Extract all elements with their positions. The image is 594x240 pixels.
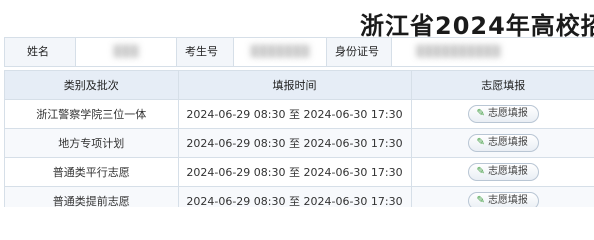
id-value-text: ▒▒▒▒▒▒▒▒▒▒ <box>416 45 501 58</box>
category-cell: 普通类平行志愿 <box>5 157 179 187</box>
fill-button-label: 志愿填报 <box>487 195 528 206</box>
name-label: 姓名 <box>27 45 49 58</box>
category-cell: 普通类提前志愿 <box>5 186 179 207</box>
id-label: 身份证号 <box>335 45 379 58</box>
time-cell: 2024-06-29 08:30 至 2024-06-30 17:30 <box>178 99 412 129</box>
schedule-table-container: 类别及批次 填报时间 志愿填报 浙江警察学院三位一体 2024-06-29 08… <box>4 70 594 207</box>
end-time: 2024-06-30 17:30 <box>303 195 403 207</box>
category-cell: 地方专项计划 <box>5 128 179 158</box>
pencil-icon: ✎ <box>476 137 485 148</box>
action-cell: ✎ 志愿填报 <box>411 128 594 158</box>
table-row: 普通类平行志愿 2024-06-29 08:30 至 2024-06-30 17… <box>5 157 594 187</box>
end-time: 2024-06-30 17:30 <box>303 108 403 121</box>
exam-no-value: ▒▒▒▒▒▒▒ <box>233 38 327 66</box>
action-cell: ✎ 志愿填报 <box>411 186 594 207</box>
fill-application-button[interactable]: ✎ 志愿填报 <box>467 192 539 207</box>
time-cell: 2024-06-29 08:30 至 2024-06-30 17:30 <box>178 186 412 207</box>
name-value-text: ▒▒▒ <box>113 45 139 58</box>
table-header-row: 类别及批次 填报时间 志愿填报 <box>5 71 594 100</box>
student-info-bar: 姓名 ▒▒▒ 考生号 ▒▒▒▒▒▒▒ 身份证号 ▒▒▒▒▒▒▒▒▒▒ <box>4 37 594 67</box>
fill-button-label: 志愿填报 <box>487 137 528 148</box>
time-separator: 至 <box>289 166 300 179</box>
time-separator: 至 <box>289 137 300 150</box>
end-time: 2024-06-30 17:30 <box>303 166 403 179</box>
exam-no-label: 考生号 <box>185 45 218 58</box>
fill-application-button[interactable]: ✎ 志愿填报 <box>467 134 539 152</box>
column-header-time: 填报时间 <box>178 71 412 100</box>
table-row: 普通类提前志愿 2024-06-29 08:30 至 2024-06-30 17… <box>5 186 594 207</box>
application-page: 浙江省2024年高校招生志 姓名 ▒▒▒ 考生号 ▒▒▒▒▒▒▒ 身份证号 ▒▒… <box>0 0 594 207</box>
start-time: 2024-06-29 08:30 <box>186 108 286 121</box>
column-header-action: 志愿填报 <box>411 71 594 100</box>
start-time: 2024-06-29 08:30 <box>186 166 286 179</box>
category-cell: 浙江警察学院三位一体 <box>5 99 179 129</box>
schedule-table: 类别及批次 填报时间 志愿填报 浙江警察学院三位一体 2024-06-29 08… <box>5 71 594 207</box>
time-separator: 至 <box>289 195 300 207</box>
start-time: 2024-06-29 08:30 <box>186 137 286 150</box>
table-row: 浙江警察学院三位一体 2024-06-29 08:30 至 2024-06-30… <box>5 99 594 129</box>
action-cell: ✎ 志愿填报 <box>411 157 594 187</box>
fill-button-label: 志愿填报 <box>487 108 528 119</box>
pencil-icon: ✎ <box>476 195 485 206</box>
column-header-category: 类别及批次 <box>5 71 179 100</box>
page-title: 浙江省2024年高校招生志 <box>360 12 594 40</box>
table-row: 地方专项计划 2024-06-29 08:30 至 2024-06-30 17:… <box>5 128 594 158</box>
pencil-icon: ✎ <box>476 108 485 119</box>
name-value: ▒▒▒ <box>75 38 177 66</box>
end-time: 2024-06-30 17:30 <box>303 137 403 150</box>
action-cell: ✎ 志愿填报 <box>411 99 594 129</box>
fill-application-button[interactable]: ✎ 志愿填报 <box>467 105 539 123</box>
exam-no-value-text: ▒▒▒▒▒▒▒ <box>250 45 310 58</box>
time-cell: 2024-06-29 08:30 至 2024-06-30 17:30 <box>178 157 412 187</box>
fill-button-label: 志愿填报 <box>487 166 528 177</box>
fill-application-button[interactable]: ✎ 志愿填报 <box>467 163 539 181</box>
pencil-icon: ✎ <box>476 166 485 177</box>
time-cell: 2024-06-29 08:30 至 2024-06-30 17:30 <box>178 128 412 158</box>
time-separator: 至 <box>289 108 300 121</box>
start-time: 2024-06-29 08:30 <box>186 195 286 207</box>
id-value: ▒▒▒▒▒▒▒▒▒▒ <box>391 38 594 66</box>
